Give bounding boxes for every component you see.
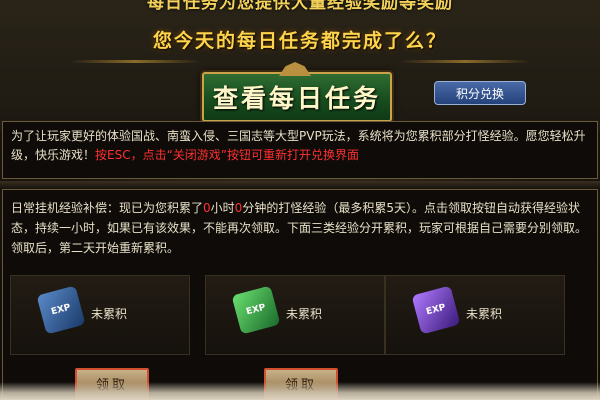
exp-slot-2: EXP 未累积 — [205, 275, 385, 355]
ornament-left — [70, 60, 200, 63]
exp-badge: EXP — [50, 302, 72, 318]
exp-hours-unit: 小时 — [210, 201, 235, 215]
exp-badge: EXP — [425, 302, 447, 318]
notice-box: 为了让玩家更好的体验国战、南蛮入侵、三国志等大型PVP玩法，系统将为您累积部分打… — [2, 121, 598, 179]
notice-text: 为了让玩家更好的体验国战、南蛮入侵、三国志等大型PVP玩法，系统将为您累积部分打… — [11, 127, 591, 165]
exp-slot-status: 未累积 — [91, 307, 128, 321]
exp-slot-3: EXP 未累积 — [385, 275, 565, 355]
notice-esc-hint: 按ESC，点击“关闭游戏”按钮可重新打开兑换界面 — [95, 148, 360, 162]
exp-scroll-green-icon: EXP — [231, 285, 281, 335]
exp-slot-status: 未累积 — [466, 307, 503, 321]
exp-hours-value: 0 — [203, 201, 211, 215]
view-daily-tasks-button[interactable]: 查看每日任务 — [202, 72, 392, 122]
exp-slot-1: EXP 未累积 — [10, 275, 190, 355]
section-divider — [0, 181, 600, 189]
clipped-title: 每日任务为您提供大量经验奖励等奖励 — [147, 0, 453, 13]
bottom-fade — [0, 382, 600, 400]
exp-desc-pre: 日常挂机经验补偿：现已为您积累了 — [11, 201, 204, 215]
points-exchange-button[interactable]: 积分兑换 — [434, 81, 526, 105]
exp-scroll-purple-icon: EXP — [411, 285, 461, 335]
exp-scroll-blue-icon: EXP — [36, 285, 86, 335]
exp-description: 日常挂机经验补偿：现已为您积累了0小时0分钟的打怪经验（最多积累5天）。点击领取… — [11, 198, 591, 258]
view-daily-tasks-label: 查看每日任务 — [212, 84, 381, 113]
exp-badge: EXP — [245, 302, 267, 318]
daily-task-panel: 每日任务为您提供大量经验奖励等奖励 您今天的每日任务都完成了么？ 查看每日任务 … — [0, 0, 600, 400]
ornament-right — [400, 60, 530, 63]
exp-slot-status: 未累积 — [286, 307, 323, 321]
points-exchange-label: 积分兑换 — [455, 86, 504, 101]
page-title: 您今天的每日任务都完成了么？ — [152, 30, 447, 52]
